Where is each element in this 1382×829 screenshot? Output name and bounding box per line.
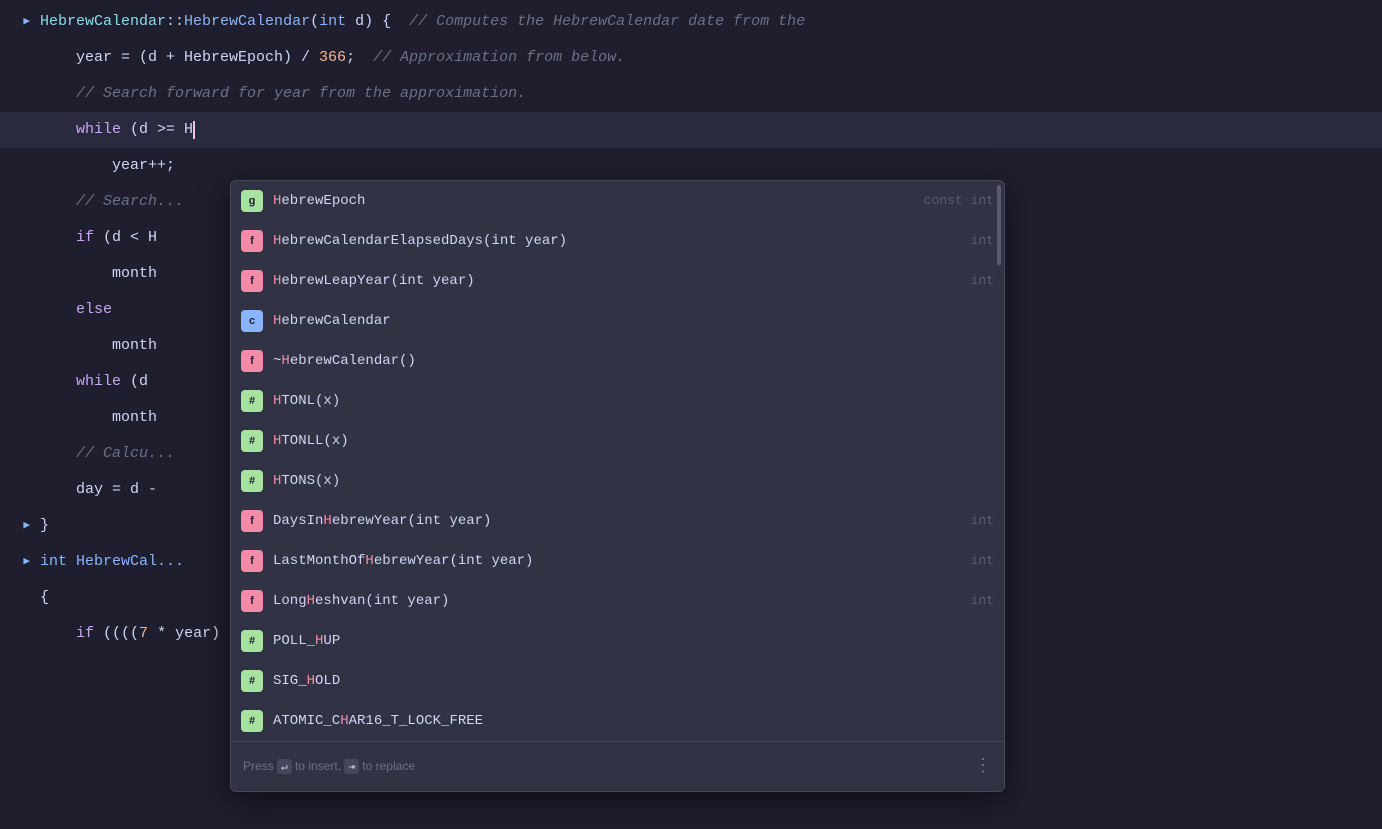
ac-item-8[interactable]: # HTONS(x) xyxy=(231,461,1004,501)
ac-name-3: HebrewLeapYear(int year) xyxy=(273,263,961,299)
ac-type-9: int xyxy=(971,503,994,539)
ac-type-3: int xyxy=(971,263,994,299)
token: HebrewCalendar xyxy=(40,4,166,40)
ac-item-1[interactable]: g HebrewEpoch const int xyxy=(231,181,1004,221)
ac-item-3[interactable]: f HebrewLeapYear(int year) int xyxy=(231,261,1004,301)
ac-icon-f2: f xyxy=(241,230,263,252)
ac-icon-f9: f xyxy=(241,510,263,532)
ac-name-10: LastMonthOfHebrewYear(int year) xyxy=(273,543,961,579)
ac-icon-hash12: # xyxy=(241,630,263,652)
ac-icon-f10: f xyxy=(241,550,263,572)
footer-hint: Press ↵ to insert, ⇥ to replace xyxy=(243,748,415,785)
autocomplete-dropdown[interactable]: g HebrewEpoch const int f HebrewCalendar… xyxy=(230,180,1005,792)
ac-icon-hash7: # xyxy=(241,430,263,452)
gutter-15: ▶ xyxy=(0,508,36,544)
ac-name-14: ATOMIC_CHAR16_T_LOCK_FREE xyxy=(273,703,984,739)
ac-icon-hash6: # xyxy=(241,390,263,412)
ac-name-7: HTONLL(x) xyxy=(273,423,984,459)
ac-item-7[interactable]: # HTONLL(x) xyxy=(231,421,1004,461)
ac-item-10[interactable]: f LastMonthOfHebrewYear(int year) int xyxy=(231,541,1004,581)
autocomplete-footer: Press ↵ to insert, ⇥ to replace ⋮ xyxy=(231,741,1004,791)
ac-item-6[interactable]: # HTONL(x) xyxy=(231,381,1004,421)
ac-item-9[interactable]: f DaysInHebrewYear(int year) int xyxy=(231,501,1004,541)
code-line-2: year = (d + HebrewEpoch) / 366; // Appro… xyxy=(0,40,1382,76)
text-cursor xyxy=(193,121,195,139)
ac-icon-f11: f xyxy=(241,590,263,612)
code-editor: ▶ HebrewCalendar::HebrewCalendar(int d) … xyxy=(0,0,1382,829)
ac-name-2: HebrewCalendarElapsedDays(int year) xyxy=(273,223,961,259)
ac-item-2[interactable]: f HebrewCalendarElapsedDays(int year) in… xyxy=(231,221,1004,261)
ac-name-8: HTONS(x) xyxy=(273,463,984,499)
ac-name-12: POLL_HUP xyxy=(273,623,984,659)
insert-key: ↵ xyxy=(277,759,292,774)
ac-icon-hash13: # xyxy=(241,670,263,692)
ac-type-10: int xyxy=(971,543,994,579)
ac-name-4: HebrewCalendar xyxy=(273,303,984,339)
autocomplete-list: g HebrewEpoch const int f HebrewCalendar… xyxy=(231,181,1004,741)
ac-type-11: int xyxy=(971,583,994,619)
ac-icon-hash8: # xyxy=(241,470,263,492)
ac-icon-hash14: # xyxy=(241,710,263,732)
ac-name-6: HTONL(x) xyxy=(273,383,984,419)
autocomplete-scrollbar[interactable] xyxy=(996,181,1002,791)
ac-item-5[interactable]: f ~HebrewCalendar() xyxy=(231,341,1004,381)
ac-icon-c4: c xyxy=(241,310,263,332)
code-line-1: ▶ HebrewCalendar::HebrewCalendar(int d) … xyxy=(0,4,1382,40)
ac-icon-f5: f xyxy=(241,350,263,372)
ac-name-13: SIG_HOLD xyxy=(273,663,984,699)
gutter-1: ▶ xyxy=(0,4,36,40)
ac-item-4[interactable]: c HebrewCalendar xyxy=(231,301,1004,341)
ac-icon-f3: f xyxy=(241,270,263,292)
gutter-16: ▶ xyxy=(0,544,36,580)
ac-name-5: ~HebrewCalendar() xyxy=(273,343,984,379)
ac-name-9: DaysInHebrewYear(int year) xyxy=(273,503,961,539)
replace-key: ⇥ xyxy=(344,759,359,774)
code-line-5: year++; xyxy=(0,148,1382,184)
ac-name-1: HebrewEpoch xyxy=(273,183,914,219)
ac-item-12[interactable]: # POLL_HUP xyxy=(231,621,1004,661)
scroll-thumb xyxy=(997,185,1001,265)
ac-type-1: const int xyxy=(924,183,994,219)
ac-name-11: LongHeshvan(int year) xyxy=(273,583,961,619)
ac-item-11[interactable]: f LongHeshvan(int year) int xyxy=(231,581,1004,621)
code-line-3: // Search forward for year from the appr… xyxy=(0,76,1382,112)
ac-icon-g: g xyxy=(241,190,263,212)
ac-type-2: int xyxy=(971,223,994,259)
ac-item-13[interactable]: # SIG_HOLD xyxy=(231,661,1004,701)
more-options-button[interactable]: ⋮ xyxy=(974,749,992,785)
code-line-4: while (d >= H xyxy=(0,112,1382,148)
ac-item-14[interactable]: # ATOMIC_CHAR16_T_LOCK_FREE xyxy=(231,701,1004,741)
